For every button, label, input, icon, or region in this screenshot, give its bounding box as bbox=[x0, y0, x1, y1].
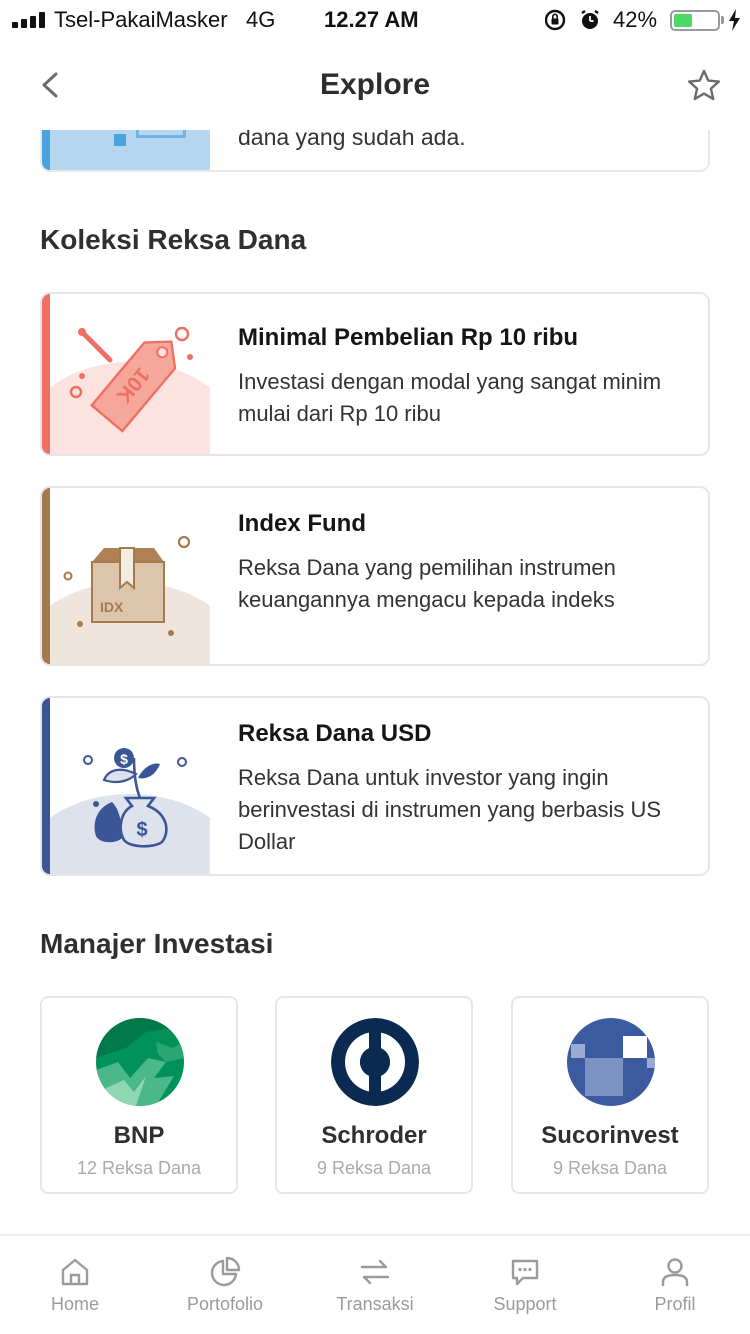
battery-nub bbox=[721, 16, 724, 24]
card-accent-bar bbox=[42, 698, 50, 874]
battery-percent: 42% bbox=[613, 7, 658, 32]
signal-icon bbox=[12, 12, 46, 28]
rotation-lock-alarm-icon bbox=[545, 9, 599, 31]
bnp-logo-icon bbox=[96, 1018, 184, 1106]
feature-card-description: dana yang sudah ada. bbox=[238, 130, 466, 150]
tab-profil[interactable]: Profil bbox=[600, 1236, 750, 1334]
tab-portofolio[interactable]: Portofolio bbox=[150, 1236, 300, 1334]
card-accent-bar bbox=[42, 294, 50, 454]
money-bag-icon: $ $ bbox=[50, 698, 210, 874]
managers-section-title: Manajer Investasi bbox=[40, 928, 274, 959]
tab-label: Home bbox=[50, 1294, 99, 1314]
card-description: Investasi dengan modal yang sangat minim… bbox=[238, 369, 662, 426]
home-icon bbox=[61, 1258, 89, 1286]
battery-icon bbox=[670, 10, 720, 31]
nav-bar: Explore bbox=[0, 40, 750, 130]
tab-label: Profil bbox=[654, 1294, 696, 1314]
tab-label: Transaksi bbox=[336, 1294, 414, 1314]
bottom-tab-bar: Home Portofolio Transaksi Support Profil bbox=[0, 1234, 750, 1334]
person-icon bbox=[661, 1258, 689, 1286]
card-title: Index Fund bbox=[238, 510, 366, 537]
manager-card-bnp[interactable]: BNP 12 Reksa Dana bbox=[40, 996, 238, 1194]
manager-name: BNP bbox=[113, 1122, 165, 1149]
card-accent-bar bbox=[42, 488, 50, 664]
chat-icon bbox=[511, 1259, 539, 1286]
battery-level bbox=[674, 14, 692, 27]
favorite-star-icon[interactable] bbox=[686, 68, 722, 104]
box-icon: IDX bbox=[50, 488, 210, 664]
tab-label: Support bbox=[493, 1294, 557, 1314]
feature-card-illustration bbox=[42, 130, 210, 170]
status-bar: Tsel-PakaiMasker 4G 12.27 AM 42% bbox=[0, 0, 750, 40]
card-title: Minimal Pembelian Rp 10 ribu bbox=[238, 324, 579, 351]
manager-fund-count: 12 Reksa Dana bbox=[76, 1158, 202, 1178]
schroder-logo-icon bbox=[331, 1018, 419, 1106]
manager-card-schroder[interactable]: Schroder 9 Reksa Dana bbox=[275, 996, 473, 1194]
page-title: Explore bbox=[319, 68, 431, 101]
collection-card-index-fund[interactable]: IDX Index Fund Reksa Dana yang pemilihan… bbox=[40, 486, 710, 666]
manager-card-sucorinvest[interactable]: Sucorinvest 9 Reksa Dana bbox=[511, 996, 709, 1194]
network-type: 4G bbox=[245, 7, 276, 32]
collection-card-usd[interactable]: $ $ Reksa Dana USD Reksa Dana untuk inve… bbox=[40, 696, 710, 876]
tab-home[interactable]: Home bbox=[0, 1236, 150, 1334]
tab-support[interactable]: Support bbox=[450, 1236, 600, 1334]
collection-card-min-purchase[interactable]: 10K Minimal Pembelian Rp 10 ribu Investa… bbox=[40, 292, 710, 456]
svg-text:$: $ bbox=[136, 819, 147, 841]
tab-label: Portofolio bbox=[186, 1294, 264, 1314]
card-description: Reksa Dana yang pemilihan instrumen keua… bbox=[238, 555, 616, 612]
manager-name: Schroder bbox=[321, 1122, 427, 1149]
manager-name: Sucorinvest bbox=[541, 1122, 679, 1149]
box-label-text: IDX bbox=[100, 599, 124, 615]
clock: 12.27 AM bbox=[324, 7, 419, 32]
price-tag-icon: 10K bbox=[50, 294, 210, 454]
card-title: Reksa Dana USD bbox=[238, 720, 432, 747]
tab-transaksi[interactable]: Transaksi bbox=[300, 1236, 450, 1334]
manager-fund-count: 9 Reksa Dana bbox=[552, 1158, 668, 1178]
charging-bolt-icon bbox=[729, 9, 740, 31]
carrier-name: Tsel-PakaiMasker bbox=[54, 7, 228, 32]
svg-text:$: $ bbox=[120, 751, 128, 767]
feature-card-partial[interactable]: dana yang sudah ada. bbox=[40, 130, 710, 172]
collection-section-title: Koleksi Reksa Dana bbox=[40, 224, 307, 255]
pie-chart-icon bbox=[210, 1256, 241, 1287]
manager-fund-count: 9 Reksa Dana bbox=[316, 1158, 432, 1178]
sucorinvest-logo-icon bbox=[567, 1018, 655, 1106]
swap-arrows-icon bbox=[360, 1259, 390, 1285]
card-description: Reksa Dana untuk investor yang ingin ber… bbox=[238, 765, 662, 854]
